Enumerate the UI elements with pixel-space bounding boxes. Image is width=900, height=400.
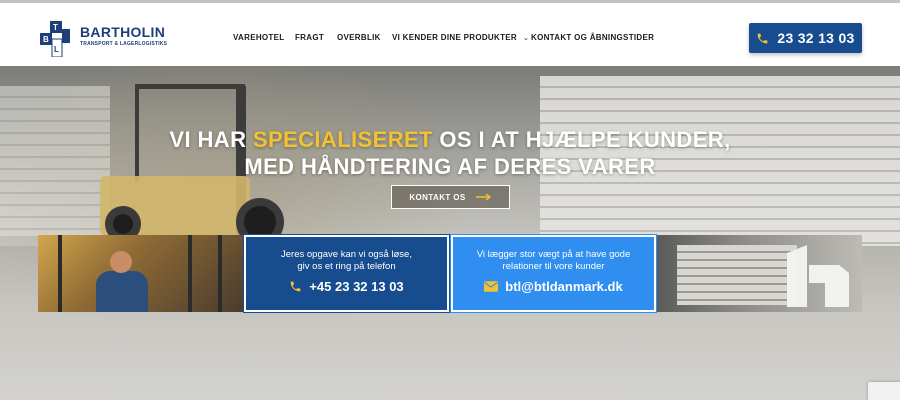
chevron-down-icon: ⌄ bbox=[523, 35, 530, 42]
nav-item-overblik[interactable]: OVERBLIK bbox=[337, 33, 381, 42]
forklift-roof bbox=[135, 84, 245, 89]
logo-monogram-t: T bbox=[53, 23, 58, 32]
hero-title-line2: MED HÅNDTERING AF DERES VARER bbox=[244, 154, 656, 179]
brand-logo[interactable]: B T L BARTHOLIN TRANSPORT & LAGERLOGISTI… bbox=[40, 21, 180, 57]
rack-post bbox=[58, 235, 62, 312]
email-tile-address: btl@btldanmark.dk bbox=[505, 279, 623, 294]
envelope-icon bbox=[484, 281, 499, 292]
contact-us-label: KONTAKT OS bbox=[409, 192, 466, 202]
btl-logo-icon: B T L bbox=[40, 21, 70, 57]
nav-item-produkter[interactable]: VI KENDER DINE PRODUKTER ⌄ bbox=[392, 33, 529, 42]
arrow-right-icon bbox=[475, 193, 491, 201]
site-header: B T L BARTHOLIN TRANSPORT & LAGERLOGISTI… bbox=[0, 0, 900, 66]
rack-post bbox=[218, 235, 222, 312]
email-tile-line2: relationer til vore kunder bbox=[502, 261, 605, 272]
recaptcha-badge[interactable] bbox=[868, 382, 900, 400]
logo-monogram-l: L bbox=[54, 45, 59, 54]
logo-monogram-b: B bbox=[43, 35, 49, 44]
hero-title: VI HAR SPECIALISERET OS I AT HJÆLPE KUND… bbox=[0, 126, 900, 180]
brand-name: BARTHOLIN bbox=[80, 24, 166, 40]
hero-title-post: OS I AT HJÆLPE KUNDER, bbox=[432, 127, 731, 152]
email-tile-text: Vi lægger stor vægt på at have gode rela… bbox=[453, 249, 654, 273]
logo-watermark-icon bbox=[787, 245, 849, 307]
nav-item-varehotel[interactable]: VAREHOTEL bbox=[233, 33, 284, 42]
phone-tile-contact[interactable]: +45 23 32 13 03 bbox=[246, 279, 447, 294]
warehouse-photo-tile bbox=[657, 235, 862, 312]
hero-title-line1: VI HAR SPECIALISERET OS I AT HJÆLPE KUND… bbox=[0, 126, 900, 153]
rack-post bbox=[188, 235, 192, 312]
phone-contact-tile[interactable]: Jeres opgave kan vi også løse, giv os et… bbox=[243, 234, 450, 313]
brand-tagline: TRANSPORT & LAGERLOGISTIKS bbox=[80, 41, 168, 47]
contact-us-button[interactable]: KONTAKT OS bbox=[391, 185, 510, 209]
email-tile-line1: Vi lægger stor vægt på at have gode bbox=[476, 249, 631, 260]
nav-item-kontakt[interactable]: KONTAKT OG ÅBNINGSTIDER bbox=[531, 33, 654, 42]
info-strip: Jeres opgave kan vi også løse, giv os et… bbox=[38, 234, 862, 313]
header-phone-number: 23 32 13 03 bbox=[777, 30, 855, 46]
email-tile-contact[interactable]: btl@btldanmark.dk bbox=[453, 279, 654, 294]
hero-title-pre: VI HAR bbox=[169, 127, 253, 152]
hero-banner: VI HAR SPECIALISERET OS I AT HJÆLPE KUND… bbox=[0, 66, 900, 400]
worker-head bbox=[110, 251, 132, 273]
phone-icon bbox=[290, 281, 301, 292]
worker-body bbox=[96, 271, 148, 312]
phone-tile-number: +45 23 32 13 03 bbox=[309, 279, 404, 294]
worker-photo-tile bbox=[38, 235, 243, 312]
nav-item-produkter-label: VI KENDER DINE PRODUKTER bbox=[392, 33, 517, 42]
header-phone-button[interactable]: 23 32 13 03 bbox=[749, 23, 862, 53]
nav-item-fragt[interactable]: FRAGT bbox=[295, 33, 324, 42]
phone-tile-text: Jeres opgave kan vi også løse, giv os et… bbox=[246, 249, 447, 273]
phone-tile-line1: Jeres opgave kan vi også løse, bbox=[281, 249, 412, 260]
email-contact-tile[interactable]: Vi lægger stor vægt på at have gode rela… bbox=[450, 234, 657, 313]
hero-title-highlight: SPECIALISERET bbox=[252, 127, 433, 152]
phone-icon bbox=[757, 33, 768, 43]
phone-tile-line2: giv os et ring på telefon bbox=[297, 261, 396, 272]
